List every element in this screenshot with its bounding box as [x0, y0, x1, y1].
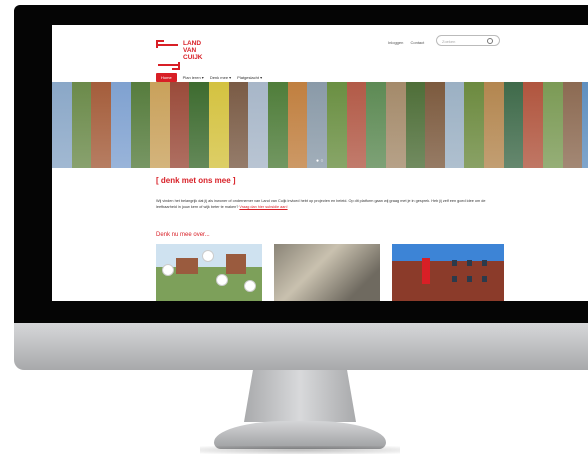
- carousel-dots[interactable]: ● ○: [316, 158, 323, 164]
- banner-photo-strip: [130, 82, 151, 168]
- banner-photo-strip: [91, 82, 111, 168]
- search-icon[interactable]: [487, 38, 493, 44]
- nav-item-home[interactable]: Home: [156, 73, 177, 82]
- banner-photo-strip: [503, 82, 524, 168]
- photo-collage-banner: [52, 82, 588, 168]
- login-link[interactable]: Inloggen: [388, 40, 403, 45]
- stand-shadow: [200, 446, 400, 454]
- window-image: [467, 260, 472, 266]
- marker-icon: [162, 264, 174, 276]
- house-image: [226, 254, 246, 274]
- banner-photo-strip: [189, 82, 210, 168]
- banner-photo-strip: [346, 82, 367, 168]
- window-image: [482, 276, 487, 282]
- banner-photo-strip: [150, 82, 170, 168]
- logo[interactable]: LAND VAN CUIJK: [156, 40, 210, 70]
- banner-photo-strip: [326, 82, 347, 168]
- banner-photo-strip: [405, 82, 426, 168]
- top-links: Inloggen Contact: [388, 40, 430, 45]
- banner-photo-strip: [110, 82, 131, 168]
- window-image: [482, 260, 487, 266]
- banner-photo-strip: [444, 82, 465, 168]
- banner-photo-strip: [268, 82, 288, 168]
- window-image: [452, 276, 457, 282]
- banner-photo-strip: [228, 82, 249, 168]
- banner-photo-strip: [484, 82, 504, 168]
- banner-photo-strip: [562, 82, 583, 168]
- banner-photo-strip: [464, 82, 485, 168]
- search-placeholder: Zoeken: [442, 39, 456, 44]
- contact-link[interactable]: Contact: [410, 40, 424, 45]
- nav-item-plan-leren[interactable]: Plan leren ▾: [183, 75, 204, 80]
- search-input[interactable]: Zoeken: [436, 35, 500, 46]
- project-card-image[interactable]: [156, 244, 262, 301]
- banner-photo-strip: [582, 82, 588, 168]
- banner-photo-strip: [543, 82, 563, 168]
- marker-icon: [202, 250, 214, 262]
- monitor-stand-neck: [244, 370, 356, 422]
- window-image: [467, 276, 472, 282]
- main-nav: Home Plan leren ▾ Denk mee ▾ Platgeslach…: [156, 73, 262, 82]
- banner-photo-strip: [209, 82, 229, 168]
- monitor-stand-base: [214, 421, 386, 449]
- project-cards: [156, 244, 504, 301]
- banner-photo-strip: [366, 82, 386, 168]
- banner-photo-strip: [248, 82, 269, 168]
- project-card-image[interactable]: [392, 244, 504, 301]
- monitor-chin: [14, 323, 588, 370]
- banner-photo-strip: [52, 82, 72, 168]
- house-image: [176, 258, 198, 274]
- banner-photo-strip: [71, 82, 92, 168]
- browser-screen: LAND VAN CUIJK Inloggen Contact Zoeken H…: [52, 25, 588, 301]
- window-image: [452, 260, 457, 266]
- banner-photo-strip: [385, 82, 406, 168]
- nav-item-denk-mee[interactable]: Denk mee ▾: [210, 75, 231, 80]
- nav-item-platgeslacht[interactable]: Platgeslacht ▾: [237, 75, 262, 80]
- marker-icon: [244, 280, 256, 292]
- logo-mark-icon: [156, 40, 180, 70]
- project-card-image[interactable]: [274, 244, 380, 301]
- banner-photo-strip: [425, 82, 445, 168]
- banner-photo-strip: [287, 82, 308, 168]
- section-subheading: Denk nu mee over...: [156, 232, 210, 238]
- page-heading: [ denk met ons mee ]: [156, 176, 236, 185]
- banner-photo-strip: [169, 82, 190, 168]
- red-banner-image: [422, 258, 430, 284]
- banner-photo-strip: [523, 82, 544, 168]
- logo-text: LAND VAN CUIJK: [183, 40, 203, 61]
- marker-icon: [216, 274, 228, 286]
- banner-photo-strip: [307, 82, 327, 168]
- intro-paragraph: Wij vinden het belangrijk dat jij als in…: [156, 198, 486, 210]
- intro-text: Wij vinden het belangrijk dat jij als in…: [156, 199, 486, 209]
- subsidy-link[interactable]: Vraag dan hier subsidie aan!: [239, 205, 287, 209]
- monitor-bezel: LAND VAN CUIJK Inloggen Contact Zoeken H…: [14, 5, 588, 323]
